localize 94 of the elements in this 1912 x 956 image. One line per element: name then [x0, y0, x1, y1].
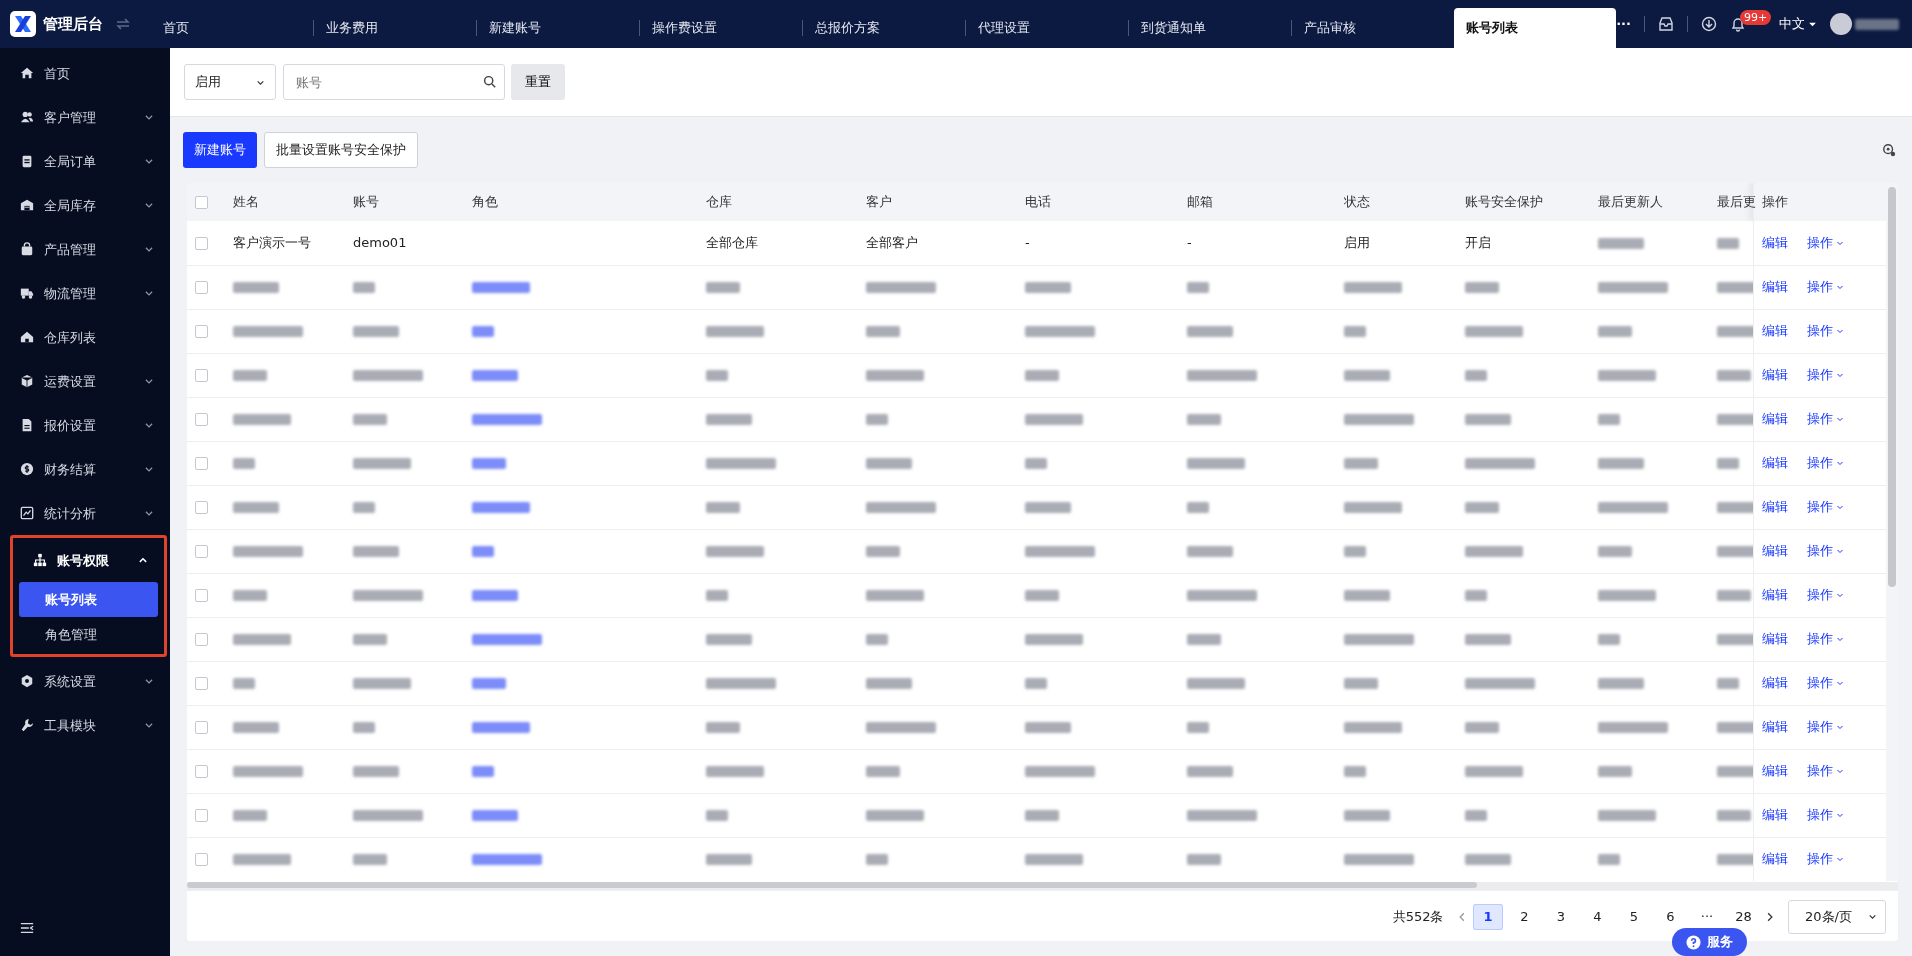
page-button[interactable]: 4 [1582, 903, 1613, 930]
table-cell: 启用 [1336, 221, 1457, 265]
tab[interactable]: 到货通知单 [1129, 8, 1292, 48]
sidebar-subitem[interactable]: 账号列表 [19, 582, 158, 618]
actions-dropdown[interactable]: 操作 [1807, 541, 1845, 561]
actions-dropdown[interactable]: 操作 [1807, 585, 1845, 605]
edit-link[interactable]: 编辑 [1761, 849, 1788, 869]
actions-dropdown[interactable]: 操作 [1807, 365, 1845, 385]
table-cell: 开启 [1457, 221, 1590, 265]
sidebar-item[interactable]: 系统设置 [0, 659, 170, 704]
sidebar-item[interactable]: 物流管理 [0, 271, 170, 316]
sidebar-item[interactable]: 首页 [0, 51, 170, 96]
page-button[interactable]: 2 [1509, 903, 1540, 930]
new-account-button[interactable]: 新建账号 [183, 132, 257, 168]
reset-button[interactable]: 重置 [511, 64, 565, 100]
edit-link[interactable]: 编辑 [1761, 629, 1788, 649]
actions-dropdown[interactable]: 操作 [1807, 233, 1845, 253]
table-cell: 客户演示一号 [225, 221, 345, 265]
table-cell: - [1179, 221, 1336, 265]
edit-link[interactable]: 编辑 [1761, 805, 1788, 825]
sidebar-item[interactable]: 客户管理 [0, 95, 170, 140]
actions-dropdown[interactable]: 操作 [1807, 849, 1845, 869]
total-count: 共552条 [1392, 907, 1444, 926]
edit-link[interactable]: 编辑 [1761, 277, 1788, 297]
tab[interactable]: 产品审核 [1292, 8, 1455, 48]
table-cell: 全部客户 [858, 221, 1017, 265]
sidebar-item[interactable]: 仓库列表 [0, 315, 170, 360]
table-cell: - [1017, 221, 1179, 265]
edit-link[interactable]: 编辑 [1761, 453, 1788, 473]
column-header: 姓名 [225, 183, 345, 221]
column-header: 最后更 [1709, 183, 1753, 221]
page-button[interactable]: 6 [1655, 903, 1686, 930]
actions-dropdown[interactable]: 操作 [1807, 409, 1845, 429]
page-button[interactable]: 28 [1728, 903, 1759, 930]
tab[interactable]: 新建账号 [477, 8, 640, 48]
table-cell: demo01 [345, 221, 464, 265]
actions-dropdown[interactable]: 操作 [1807, 805, 1845, 825]
sidebar-subitem[interactable]: 角色管理 [19, 617, 158, 653]
edit-link[interactable]: 编辑 [1761, 497, 1788, 517]
actions-dropdown[interactable]: 操作 [1807, 453, 1845, 473]
column-header: 状态 [1336, 183, 1457, 221]
tab[interactable]: 业务费用 [314, 8, 477, 48]
edit-link[interactable]: 编辑 [1761, 233, 1788, 253]
column-header: 邮箱 [1179, 183, 1336, 221]
column-header: 仓库 [698, 183, 858, 221]
edit-link[interactable]: 编辑 [1761, 321, 1788, 341]
column-header: 角色 [464, 183, 698, 221]
column-header: 最后更新人 [1590, 183, 1709, 221]
edit-link[interactable]: 编辑 [1761, 717, 1788, 737]
page-button[interactable]: 1 [1473, 903, 1503, 930]
more-tabs-button[interactable]: ··· [1616, 14, 1631, 34]
tab[interactable]: 总报价方案 [803, 8, 966, 48]
status-select[interactable]: 启用 [184, 64, 276, 100]
column-header: 客户 [858, 183, 1017, 221]
actions-dropdown[interactable]: 操作 [1807, 277, 1845, 297]
column-header: 电话 [1017, 183, 1179, 221]
actions-dropdown[interactable]: 操作 [1807, 629, 1845, 649]
language-selector[interactable]: 中文 [1778, 14, 1817, 34]
tab[interactable]: 首页 [151, 8, 314, 48]
actions-dropdown[interactable]: 操作 [1807, 717, 1845, 737]
edit-link[interactable]: 编辑 [1761, 409, 1788, 429]
sidebar-item[interactable]: 统计分析 [0, 491, 170, 536]
page-button[interactable]: 3 [1546, 903, 1576, 930]
service-button[interactable]: 服务 [1672, 928, 1747, 956]
actions-dropdown[interactable]: 操作 [1807, 321, 1845, 341]
column-header: 账号 [345, 183, 464, 221]
edit-link[interactable]: 编辑 [1761, 585, 1788, 605]
sidebar-item[interactable]: 报价设置 [0, 403, 170, 448]
page-button[interactable]: 5 [1619, 903, 1649, 930]
notification-badge: 99+ [1740, 10, 1772, 25]
sidebar-item[interactable]: 账号权限 [13, 538, 164, 583]
sidebar-item[interactable]: 全局库存 [0, 183, 170, 228]
table-cell: 全部仓库 [698, 221, 858, 265]
sidebar-item[interactable]: 全局订单 [0, 139, 170, 184]
edit-link[interactable]: 编辑 [1761, 541, 1788, 561]
sidebar-item[interactable]: 产品管理 [0, 227, 170, 272]
column-header: 账号安全保护 [1457, 183, 1590, 221]
batch-security-button[interactable]: 批量设置账号安全保护 [263, 132, 418, 168]
sidebar-item[interactable]: 工具模块 [0, 703, 170, 748]
tab[interactable]: 代理设置 [966, 8, 1129, 48]
actions-dropdown[interactable]: 操作 [1807, 497, 1845, 517]
edit-link[interactable]: 编辑 [1761, 673, 1788, 693]
app-title: 管理后台 [42, 13, 103, 35]
tab[interactable]: 账号列表 [1454, 8, 1617, 48]
actions-dropdown[interactable]: 操作 [1807, 761, 1845, 781]
pagination-ellipsis[interactable]: ··· [1692, 903, 1722, 930]
tab[interactable]: 操作费设置 [640, 8, 803, 48]
page-size-select[interactable]: 20条/页 [1788, 899, 1886, 934]
edit-link[interactable]: 编辑 [1761, 365, 1788, 385]
actions-dropdown[interactable]: 操作 [1807, 673, 1845, 693]
sidebar-item[interactable]: 运费设置 [0, 359, 170, 404]
search-field[interactable]: 账号 [282, 64, 505, 100]
sidebar-item[interactable]: 财务结算 [0, 447, 170, 492]
edit-link[interactable]: 编辑 [1761, 761, 1788, 781]
